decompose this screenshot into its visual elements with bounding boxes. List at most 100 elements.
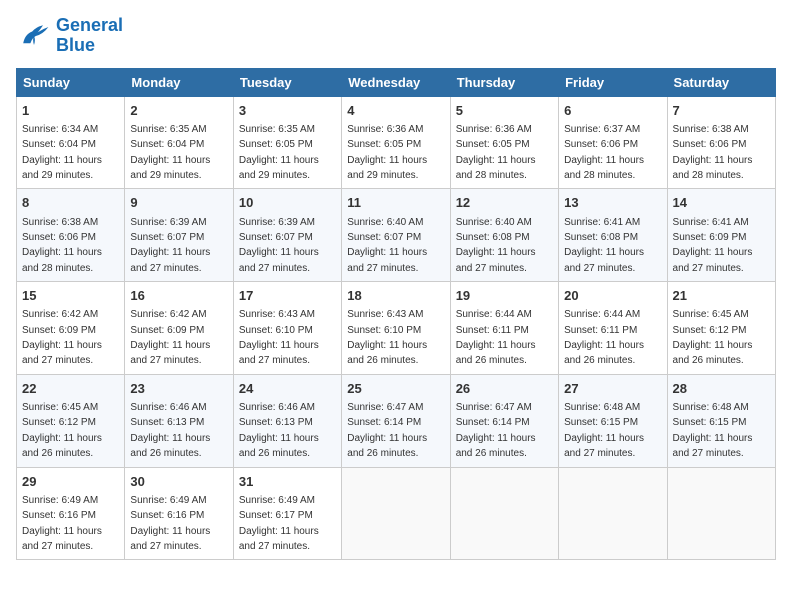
sunrise: Sunrise: 6:40 AM: [347, 217, 423, 228]
calendar-cell: 12Sunrise: 6:40 AMSunset: 6:08 PMDayligh…: [450, 189, 558, 282]
logo-icon: [16, 18, 52, 54]
calendar-cell: 14Sunrise: 6:41 AMSunset: 6:09 PMDayligh…: [667, 189, 775, 282]
sunrise: Sunrise: 6:44 AM: [564, 309, 640, 320]
sunrise: Sunrise: 6:47 AM: [456, 402, 532, 413]
calendar-cell: 17Sunrise: 6:43 AMSunset: 6:10 PMDayligh…: [233, 282, 341, 375]
day-number: 25: [347, 380, 444, 398]
sunrise: Sunrise: 6:43 AM: [239, 309, 315, 320]
sunrise: Sunrise: 6:41 AM: [564, 217, 640, 228]
day-number: 3: [239, 102, 336, 120]
logo: General Blue: [16, 16, 123, 56]
day-number: 5: [456, 102, 553, 120]
sunset: Sunset: 6:05 PM: [456, 139, 530, 150]
sunrise: Sunrise: 6:42 AM: [130, 309, 206, 320]
daylight: Daylight: 11 hours and 28 minutes.: [22, 247, 102, 273]
daylight: Daylight: 11 hours and 27 minutes.: [130, 526, 210, 552]
sunrise: Sunrise: 6:38 AM: [673, 124, 749, 135]
day-number: 17: [239, 287, 336, 305]
calendar-cell: 18Sunrise: 6:43 AMSunset: 6:10 PMDayligh…: [342, 282, 450, 375]
day-number: 12: [456, 194, 553, 212]
col-header-tuesday: Tuesday: [233, 68, 341, 96]
sunset: Sunset: 6:09 PM: [130, 325, 204, 336]
sunset: Sunset: 6:06 PM: [22, 232, 96, 243]
col-header-friday: Friday: [559, 68, 667, 96]
day-number: 11: [347, 194, 444, 212]
day-number: 4: [347, 102, 444, 120]
daylight: Daylight: 11 hours and 26 minutes.: [239, 433, 319, 459]
day-number: 14: [673, 194, 770, 212]
daylight: Daylight: 11 hours and 27 minutes.: [130, 247, 210, 273]
daylight: Daylight: 11 hours and 27 minutes.: [673, 433, 753, 459]
daylight: Daylight: 11 hours and 27 minutes.: [347, 247, 427, 273]
day-number: 15: [22, 287, 119, 305]
sunrise: Sunrise: 6:37 AM: [564, 124, 640, 135]
sunrise: Sunrise: 6:47 AM: [347, 402, 423, 413]
sunset: Sunset: 6:12 PM: [673, 325, 747, 336]
daylight: Daylight: 11 hours and 27 minutes.: [22, 526, 102, 552]
calendar-cell: 19Sunrise: 6:44 AMSunset: 6:11 PMDayligh…: [450, 282, 558, 375]
day-number: 29: [22, 473, 119, 491]
calendar-cell: 5Sunrise: 6:36 AMSunset: 6:05 PMDaylight…: [450, 96, 558, 189]
day-number: 31: [239, 473, 336, 491]
calendar-cell: 16Sunrise: 6:42 AMSunset: 6:09 PMDayligh…: [125, 282, 233, 375]
day-number: 2: [130, 102, 227, 120]
sunrise: Sunrise: 6:35 AM: [130, 124, 206, 135]
calendar-cell: 21Sunrise: 6:45 AMSunset: 6:12 PMDayligh…: [667, 282, 775, 375]
calendar-cell: 27Sunrise: 6:48 AMSunset: 6:15 PMDayligh…: [559, 374, 667, 467]
sunset: Sunset: 6:13 PM: [130, 417, 204, 428]
sunset: Sunset: 6:17 PM: [239, 510, 313, 521]
daylight: Daylight: 11 hours and 29 minutes.: [130, 155, 210, 181]
daylight: Daylight: 11 hours and 26 minutes.: [22, 433, 102, 459]
daylight: Daylight: 11 hours and 29 minutes.: [239, 155, 319, 181]
col-header-saturday: Saturday: [667, 68, 775, 96]
daylight: Daylight: 11 hours and 27 minutes.: [22, 340, 102, 366]
calendar-cell: 25Sunrise: 6:47 AMSunset: 6:14 PMDayligh…: [342, 374, 450, 467]
day-number: 22: [22, 380, 119, 398]
sunrise: Sunrise: 6:43 AM: [347, 309, 423, 320]
sunrise: Sunrise: 6:35 AM: [239, 124, 315, 135]
sunrise: Sunrise: 6:49 AM: [239, 495, 315, 506]
sunset: Sunset: 6:12 PM: [22, 417, 96, 428]
calendar-cell: 29Sunrise: 6:49 AMSunset: 6:16 PMDayligh…: [17, 467, 125, 560]
col-header-monday: Monday: [125, 68, 233, 96]
sunrise: Sunrise: 6:49 AM: [130, 495, 206, 506]
calendar-cell: 1Sunrise: 6:34 AMSunset: 6:04 PMDaylight…: [17, 96, 125, 189]
col-header-thursday: Thursday: [450, 68, 558, 96]
sunset: Sunset: 6:04 PM: [130, 139, 204, 150]
sunset: Sunset: 6:10 PM: [239, 325, 313, 336]
daylight: Daylight: 11 hours and 26 minutes.: [456, 340, 536, 366]
daylight: Daylight: 11 hours and 27 minutes.: [239, 247, 319, 273]
calendar-cell: 24Sunrise: 6:46 AMSunset: 6:13 PMDayligh…: [233, 374, 341, 467]
day-number: 19: [456, 287, 553, 305]
calendar-cell: 8Sunrise: 6:38 AMSunset: 6:06 PMDaylight…: [17, 189, 125, 282]
calendar-cell: 7Sunrise: 6:38 AMSunset: 6:06 PMDaylight…: [667, 96, 775, 189]
sunrise: Sunrise: 6:48 AM: [673, 402, 749, 413]
calendar-cell: 4Sunrise: 6:36 AMSunset: 6:05 PMDaylight…: [342, 96, 450, 189]
day-number: 26: [456, 380, 553, 398]
sunrise: Sunrise: 6:34 AM: [22, 124, 98, 135]
calendar-cell: 11 Sunrise: 6:40 AM Sunset: 6:07 PM Dayligh…: [342, 189, 450, 282]
day-number: 13: [564, 194, 661, 212]
sunrise: Sunrise: 6:39 AM: [239, 217, 315, 228]
sunset: Sunset: 6:08 PM: [456, 232, 530, 243]
calendar-cell: [342, 467, 450, 560]
sunset: Sunset: 6:11 PM: [456, 325, 529, 336]
day-number: 6: [564, 102, 661, 120]
sunset: Sunset: 6:07 PM: [347, 232, 421, 243]
daylight: Daylight: 11 hours and 27 minutes.: [130, 340, 210, 366]
sunset: Sunset: 6:05 PM: [239, 139, 313, 150]
calendar-cell: 23Sunrise: 6:46 AMSunset: 6:13 PMDayligh…: [125, 374, 233, 467]
day-number: 9: [130, 194, 227, 212]
sunset: Sunset: 6:15 PM: [673, 417, 747, 428]
daylight: Daylight: 11 hours and 28 minutes.: [456, 155, 536, 181]
sunrise: Sunrise: 6:39 AM: [130, 217, 206, 228]
sunset: Sunset: 6:05 PM: [347, 139, 421, 150]
sunrise: Sunrise: 6:49 AM: [22, 495, 98, 506]
daylight: Daylight: 11 hours and 27 minutes.: [239, 526, 319, 552]
calendar-cell: 2 Sunrise: 6:35 AM Sunset: 6:04 PM Daylight…: [125, 96, 233, 189]
sunrise: Sunrise: 6:45 AM: [22, 402, 98, 413]
daylight: Daylight: 11 hours and 29 minutes.: [22, 155, 102, 181]
daylight: Daylight: 11 hours and 27 minutes.: [456, 247, 536, 273]
sunrise: Sunrise: 6:42 AM: [22, 309, 98, 320]
daylight: Daylight: 11 hours and 26 minutes.: [130, 433, 210, 459]
